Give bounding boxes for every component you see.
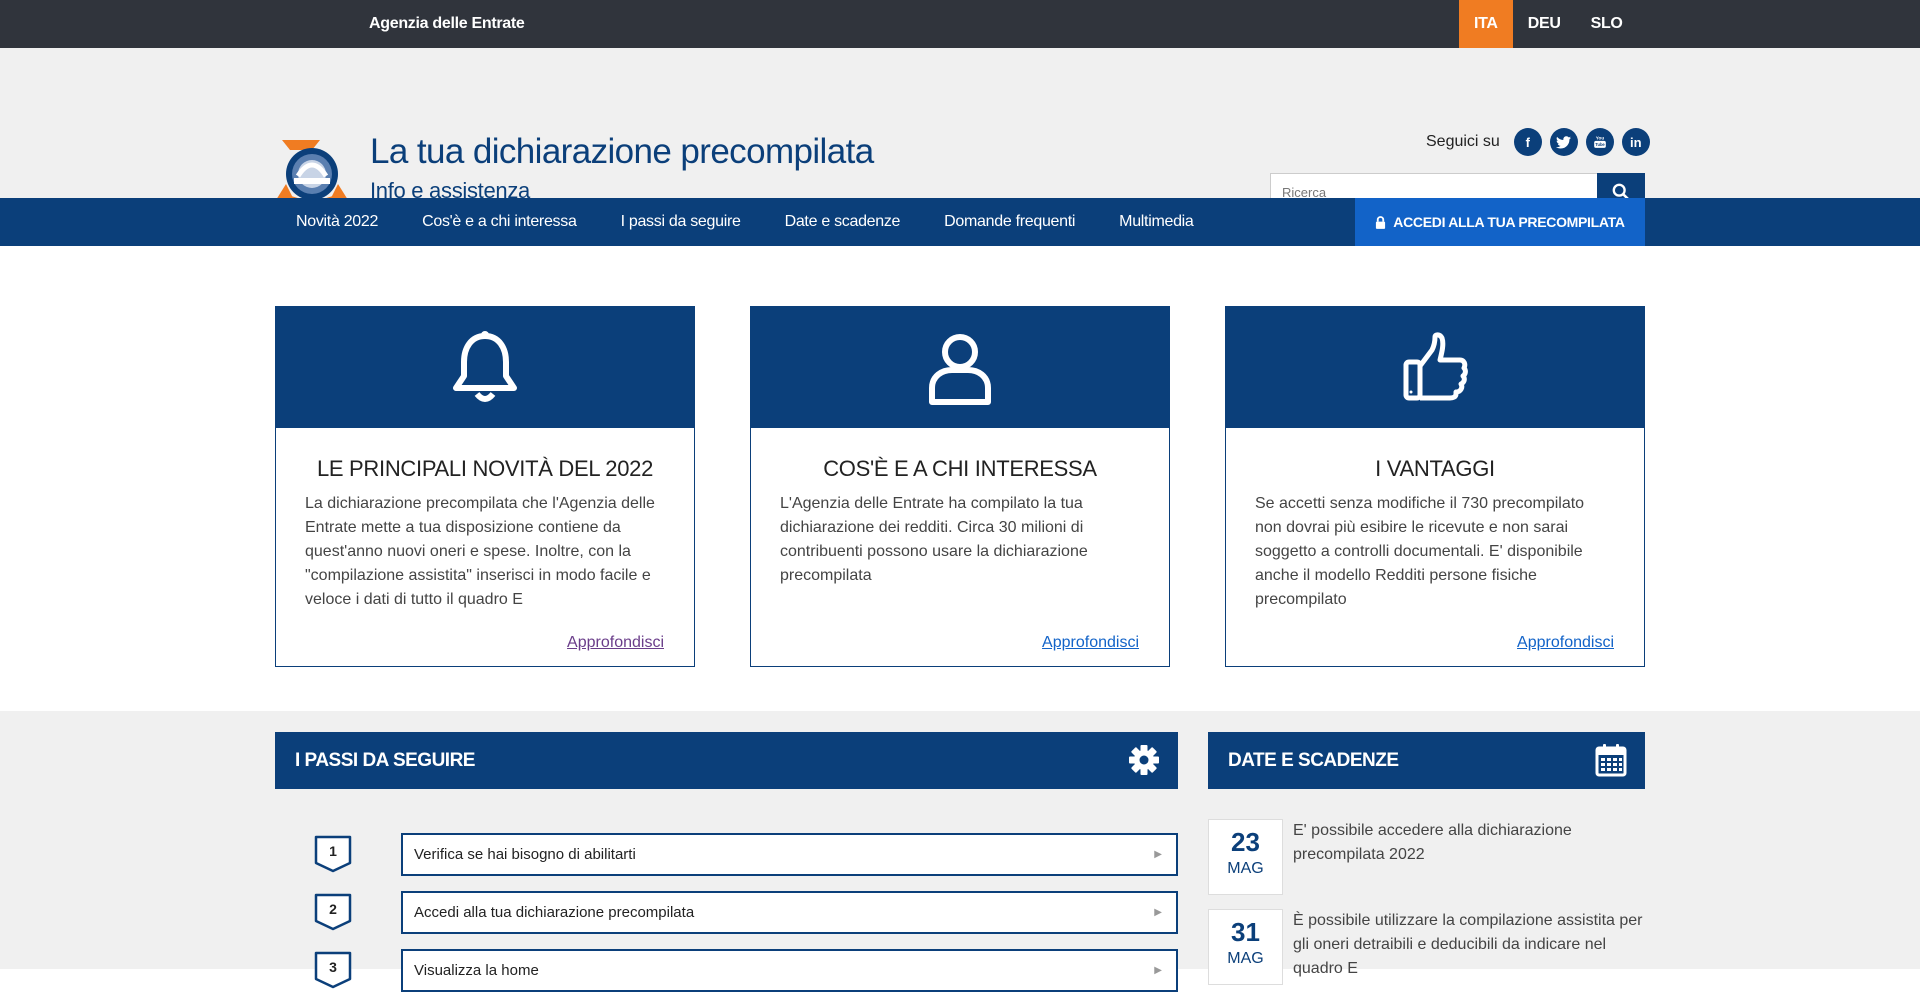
site-title[interactable]: La tua dichiarazione precompilata	[370, 132, 874, 172]
date-day: 31	[1231, 917, 1260, 947]
calendar-icon	[1595, 744, 1627, 777]
youtube-icon[interactable]: Tube You	[1585, 128, 1614, 156]
nav-item-multimedia[interactable]: Multimedia	[1097, 198, 1215, 246]
lower-section: I PASSI DA SEGUIRE DATE E SCADENZE 1 Ver…	[0, 711, 1920, 992]
card-header	[1226, 307, 1644, 428]
card-title: I VANTAGGI	[1375, 456, 1495, 481]
step-label: Accedi alla tua dichiarazione precompila…	[414, 904, 695, 921]
main-nav: Novità 2022 Cos'è e a chi interessa I pa…	[0, 198, 1920, 246]
svg-text:You: You	[1596, 136, 1605, 141]
card-header	[276, 307, 694, 428]
nav-item-domande[interactable]: Domande frequenti	[922, 198, 1097, 246]
step-item: 1 Verifica se hai bisogno di abilitarti …	[314, 833, 1178, 876]
card-link-approfondisci[interactable]: Approfondisci	[567, 634, 664, 652]
step-link[interactable]: Verifica se hai bisogno di abilitarti ▶	[401, 833, 1178, 876]
date-month: MAG	[1227, 950, 1264, 967]
card-link-approfondisci[interactable]: Approfondisci	[1517, 634, 1614, 652]
twitter-icon[interactable]	[1549, 128, 1578, 156]
date-day: 23	[1231, 827, 1260, 857]
caret-right-icon: ▶	[1154, 965, 1162, 976]
access-precompilata-button[interactable]: ACCEDI ALLA TUA PRECOMPILATA	[1355, 198, 1645, 246]
agenzia-logo[interactable]	[272, 134, 352, 204]
step-number-badge: 2	[314, 893, 352, 931]
card-cose: COS'È E A CHI INTERESSA L'Agenzia delle …	[750, 306, 1170, 667]
step-number: 2	[329, 901, 337, 917]
feature-cards: LE PRINCIPALI NOVITÀ DEL 2022 La dichiar…	[275, 306, 1645, 667]
date-badge: 31 MAG	[1208, 909, 1283, 985]
step-number: 3	[329, 959, 337, 975]
card-novita: LE PRINCIPALI NOVITÀ DEL 2022 La dichiar…	[275, 306, 695, 667]
lock-icon	[1376, 215, 1386, 229]
nav-item-passi[interactable]: I passi da seguire	[599, 198, 763, 246]
social-label: Seguici su	[1426, 133, 1500, 150]
gear-icon	[1129, 745, 1159, 775]
card-text: L'Agenzia delle Entrate ha compilato la …	[780, 495, 1088, 584]
step-number-badge: 1	[314, 835, 352, 873]
svg-text:Tube: Tube	[1595, 142, 1605, 147]
bell-icon	[453, 330, 517, 402]
nav-item-novita[interactable]: Novità 2022	[274, 198, 400, 246]
lang-ita[interactable]: ITA	[1459, 0, 1513, 48]
date-month: MAG	[1227, 860, 1264, 877]
top-bar: Agenzia delle Entrate ITA DEU SLO	[0, 0, 1920, 48]
card-title: COS'È E A CHI INTERESSA	[823, 456, 1097, 481]
lang-deu[interactable]: DEU	[1513, 0, 1576, 48]
date-badge: 23 MAG	[1208, 819, 1283, 895]
agency-link[interactable]: Agenzia delle Entrate	[369, 0, 525, 48]
step-item: 3 Visualizza la home ▶	[314, 949, 1178, 992]
nav-item-date[interactable]: Date e scadenze	[763, 198, 923, 246]
date-description: E' possibile accedere alla dichiarazione…	[1293, 822, 1572, 863]
step-number: 1	[329, 843, 337, 859]
user-icon	[929, 333, 991, 405]
facebook-icon[interactable]: f	[1513, 128, 1542, 156]
caret-right-icon: ▶	[1154, 907, 1162, 918]
card-title: LE PRINCIPALI NOVITÀ DEL 2022	[316, 456, 654, 481]
caret-right-icon: ▶	[1154, 849, 1162, 860]
dates-panel-header: DATE E SCADENZE	[1208, 732, 1645, 789]
linkedin-icon[interactable]: in	[1621, 128, 1650, 156]
language-switcher: ITA DEU SLO	[1459, 0, 1638, 48]
access-label: ACCEDI ALLA TUA PRECOMPILATA	[1393, 214, 1625, 230]
steps-panel-header: I PASSI DA SEGUIRE	[275, 732, 1178, 789]
dates-title: DATE E SCADENZE	[1228, 749, 1399, 771]
thumbs-up-icon	[1403, 331, 1468, 400]
card-link-approfondisci[interactable]: Approfondisci	[1042, 634, 1139, 652]
card-header	[751, 307, 1169, 428]
site-header: La tua dichiarazione precompilata Info e…	[0, 48, 1920, 211]
steps-title: I PASSI DA SEGUIRE	[295, 749, 475, 771]
lang-slo[interactable]: SLO	[1576, 0, 1638, 48]
step-label: Verifica se hai bisogno di abilitarti	[414, 846, 636, 863]
card-text: Se accetti senza modifiche il 730 precom…	[1255, 495, 1585, 608]
card-vantaggi: I VANTAGGI Se accetti senza modifiche il…	[1225, 306, 1645, 667]
step-link[interactable]: Accedi alla tua dichiarazione precompila…	[401, 891, 1178, 934]
card-text: La dichiarazione precompilata che l'Agen…	[305, 495, 655, 608]
step-item: 2 Accedi alla tua dichiarazione precompi…	[314, 891, 1178, 934]
social-links: Seguici su f Tube You in	[1426, 128, 1650, 156]
step-link[interactable]: Visualizza la home ▶	[401, 949, 1178, 992]
step-number-badge: 3	[314, 951, 352, 989]
nav-item-cose[interactable]: Cos'è e a chi interessa	[400, 198, 598, 246]
date-description: È possibile utilizzare la compilazione a…	[1293, 912, 1643, 977]
step-label: Visualizza la home	[414, 962, 539, 979]
